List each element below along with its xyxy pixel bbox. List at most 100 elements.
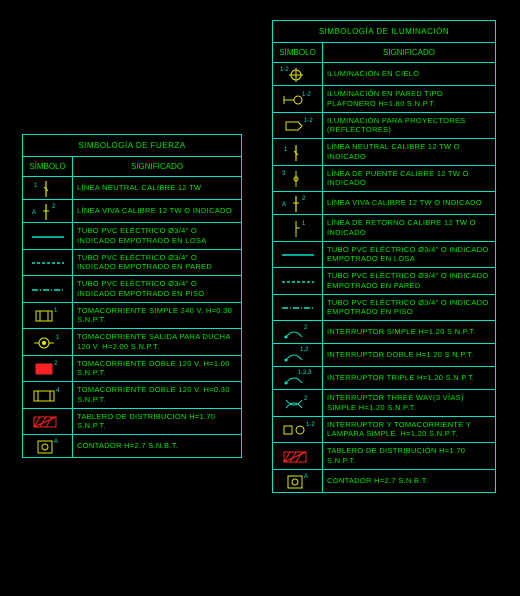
fuerza-meaning: TOMACORRIENTE DOBLE 120 V. H=1.00 S.N.P.…	[73, 356, 241, 382]
fuerza-row: 1 TOMACORRIENTE SIMPLE 240 V. H=0.30 S.N.…	[23, 303, 241, 330]
svg-text:A: A	[304, 474, 308, 480]
iluminacion-row: 1,2 INTERRUPTOR DOBLE H=1.20 S.N.P.T.	[273, 344, 495, 367]
toma-simple-icon: 1	[23, 303, 73, 329]
fuerza-row: A2LÍNEA VIVA CALIBRE 12 TW O INDICADO	[23, 200, 241, 223]
svg-text:A: A	[282, 202, 286, 208]
fuerza-row: A CONTADOR H=2.7 S.N.B.T.	[23, 435, 241, 457]
iluminacion-meaning: INTERRUPTOR TRIPLE H=1.20 S.N.P.T.	[323, 367, 495, 389]
fuerza-header-symbol: SÍMBOLO	[23, 157, 73, 176]
svg-text:A: A	[54, 439, 58, 445]
iluminacion-header: SÍMBOLO SIGNIFICADO	[273, 43, 495, 63]
fuerza-panel: SIMBOLOGÍA DE FUERZA SÍMBOLO SIGNIFICADO…	[22, 134, 242, 458]
int-doble-icon: 1,2	[273, 344, 323, 366]
iluminacion-row: 1 LÍNEA NEUTRAL CALIBRE 12 TW O INDICADO	[273, 139, 495, 166]
neutral-line-icon: 1	[23, 177, 73, 199]
iluminacion-row: 1-2ILUMINACIÓN EN PARED TIPO PLAFONERO H…	[273, 86, 495, 113]
tube-losa-r-icon	[273, 242, 323, 268]
iluminacion-meaning: LÍNEA NEUTRAL CALIBRE 12 TW O INDICADO	[323, 139, 495, 165]
iluminacion-row: 2 INTERRUPTOR THREE WAY(3 VÍAS) SIMPLE H=…	[273, 390, 495, 417]
puente-line-icon: 3	[273, 166, 323, 192]
fuerza-row: 4 TOMACORRIENTE DOBLE 120 V. H=0.30 S.N.P…	[23, 382, 241, 409]
tube-pared-r-icon	[273, 268, 323, 294]
iluminacion-meaning: TABLERO DE DISTRIBUCIÓN H=1.70 S.N.P.T.	[323, 443, 495, 469]
fuerza-meaning: TOMACORRIENTE SALIDA PARA DUCHA 120 V. H…	[73, 329, 241, 355]
tablero-r-icon	[273, 443, 323, 469]
iluminacion-row: 3 LÍNEA DE PUENTE CALIBRE 12 TW O INDICAD…	[273, 166, 495, 193]
iluminacion-meaning: LÍNEA DE RETORNO CALIBRE 12 TW O INDICAD…	[323, 215, 495, 241]
fuerza-header: SÍMBOLO SIGNIFICADO	[23, 157, 241, 177]
contador-icon: A	[23, 435, 73, 457]
iluminacion-meaning: ILUMINACIÓN EN PARED TIPO PLAFONERO H=1.…	[323, 86, 495, 112]
iluminacion-meaning: INTERRUPTOR SIMPLE H=1.20 S.N.P.T.	[323, 321, 495, 343]
iluminacion-meaning: INTERRUPTOR Y TOMACORRIENTE Y LAMPARA SI…	[323, 417, 495, 443]
tube-piso-r-icon	[273, 295, 323, 321]
int-triple-icon: 1,2,3	[273, 367, 323, 389]
ilum-proy-icon: 1-2	[273, 113, 323, 139]
iluminacion-meaning: LÍNEA VIVA CALIBRE 12 TW O INDICADO	[323, 192, 495, 214]
iluminacion-row: TUBO PVC ELÉCTRICO Ø3/4" O INDICADO EMPO…	[273, 242, 495, 269]
tube-piso-icon	[23, 276, 73, 302]
int-simple-icon: 2	[273, 321, 323, 343]
tube-losa-icon	[23, 223, 73, 249]
iluminacion-row: ACONTADOR H=2.7 S.N.B.T.	[273, 470, 495, 492]
svg-text:1,2: 1,2	[300, 347, 309, 353]
svg-text:1-2: 1-2	[304, 118, 313, 124]
svg-text:1: 1	[34, 183, 38, 189]
iluminacion-meaning: ILUMINACIÓN PARA PROYECTORES (REFLECTORE…	[323, 113, 495, 139]
svg-text:1: 1	[302, 221, 306, 227]
fuerza-meaning: TUBO PVC ELÉCTRICO Ø3/4" O INDICADO EMPO…	[73, 223, 241, 249]
fuerza-meaning: CONTADOR H=2.7 S.N.B.T.	[73, 435, 241, 457]
fuerza-meaning: TOMACORRIENTE DOBLE 120 V. H=0.30 S.N.P.…	[73, 382, 241, 408]
live-line-icon: A2	[23, 200, 73, 222]
iluminacion-panel: SIMBOLOGÍA DE ILUMINACIÓN SÍMBOLO SIGNIF…	[272, 20, 496, 493]
iluminacion-row: 1-2 ILUMINACIÓN EN CIELO	[273, 63, 495, 86]
int-toma-lamp-icon: 1-2	[273, 417, 323, 443]
fuerza-row: TABLERO DE DISTRIBUCIÓN H=1.70 S.N.P.T.	[23, 409, 241, 436]
fuerza-meaning: TUBO PVC ELÉCTRICO Ø3/4" O INDICADO EMPO…	[73, 250, 241, 276]
svg-text:1-2: 1-2	[280, 67, 289, 73]
svg-text:1,2,3: 1,2,3	[298, 370, 312, 376]
iluminacion-row: TABLERO DE DISTRIBUCIÓN H=1.70 S.N.P.T.	[273, 443, 495, 470]
fuerza-row: 1 TOMACORRIENTE SALIDA PARA DUCHA 120 V. …	[23, 329, 241, 356]
fuerza-row: 2TOMACORRIENTE DOBLE 120 V. H=1.00 S.N.P…	[23, 356, 241, 383]
fuerza-meaning: LÍNEA NEUTRAL CALIBRE 12 TW	[73, 177, 241, 199]
svg-text:1: 1	[284, 147, 288, 153]
tablero-icon	[23, 409, 73, 435]
fuerza-header-meaning: SIGNIFICADO	[73, 157, 241, 176]
neutral-line-r-icon: 1	[273, 139, 323, 165]
svg-text:2: 2	[302, 196, 306, 202]
retorno-line-icon: 1	[273, 215, 323, 241]
svg-text:1-2: 1-2	[306, 422, 315, 428]
toma-doble-030-icon: 4	[23, 382, 73, 408]
iluminacion-row: 1-2 ILUMINACIÓN PARA PROYECTORES (REFLECT…	[273, 113, 495, 140]
iluminacion-row: 2 INTERRUPTOR SIMPLE H=1.20 S.N.P.T.	[273, 321, 495, 344]
svg-text:3: 3	[282, 171, 286, 177]
svg-text:2: 2	[304, 325, 308, 331]
iluminacion-meaning: TUBO PVC ELÉCTRICO Ø3/4" O INDICADO EMPO…	[323, 242, 495, 268]
ilum-cielo-icon: 1-2	[273, 63, 323, 85]
iluminacion-row: A2LÍNEA VIVA CALIBRE 12 TW O INDICADO	[273, 192, 495, 215]
iluminacion-row: TUBO PVC ELÉCTRICO Ø3/4" O INDICADO EMPO…	[273, 295, 495, 322]
svg-text:A: A	[32, 210, 36, 216]
toma-doble-100-icon: 2	[23, 356, 73, 382]
fuerza-row: 1 LÍNEA NEUTRAL CALIBRE 12 TW	[23, 177, 241, 200]
iluminacion-row: 1-2 INTERRUPTOR Y TOMACORRIENTE Y LAMPARA…	[273, 417, 495, 444]
iluminacion-meaning: INTERRUPTOR THREE WAY(3 VÍAS) SIMPLE H=1…	[323, 390, 495, 416]
fuerza-meaning: TOMACORRIENTE SIMPLE 240 V. H=0.30 S.N.P…	[73, 303, 241, 329]
iluminacion-meaning: ILUMINACIÓN EN CIELO	[323, 63, 495, 85]
fuerza-row: TUBO PVC ELÉCTRICO Ø3/4" O INDICADO EMPO…	[23, 276, 241, 303]
svg-text:2: 2	[304, 396, 308, 402]
toma-ducha-icon: 1	[23, 329, 73, 355]
live-line-r-icon: A2	[273, 192, 323, 214]
svg-text:1: 1	[54, 308, 58, 314]
iluminacion-row: 1,2,3 INTERRUPTOR TRIPLE H=1.20 S.N.P.T.	[273, 367, 495, 390]
svg-text:4: 4	[56, 388, 60, 394]
iluminacion-row: TUBO PVC ELÉCTRICO Ø3/4" O INDICADO EMPO…	[273, 268, 495, 295]
iluminacion-meaning: LÍNEA DE PUENTE CALIBRE 12 TW O INDICADO	[323, 166, 495, 192]
iluminacion-row: 1 LÍNEA DE RETORNO CALIBRE 12 TW O INDICA…	[273, 215, 495, 242]
svg-text:1: 1	[56, 335, 60, 341]
fuerza-meaning: TABLERO DE DISTRIBUCIÓN H=1.70 S.N.P.T.	[73, 409, 241, 435]
iluminacion-header-meaning: SIGNIFICADO	[323, 43, 495, 62]
tube-pared-icon	[23, 250, 73, 276]
iluminacion-meaning: INTERRUPTOR DOBLE H=1.20 S.N.P.T.	[323, 344, 495, 366]
